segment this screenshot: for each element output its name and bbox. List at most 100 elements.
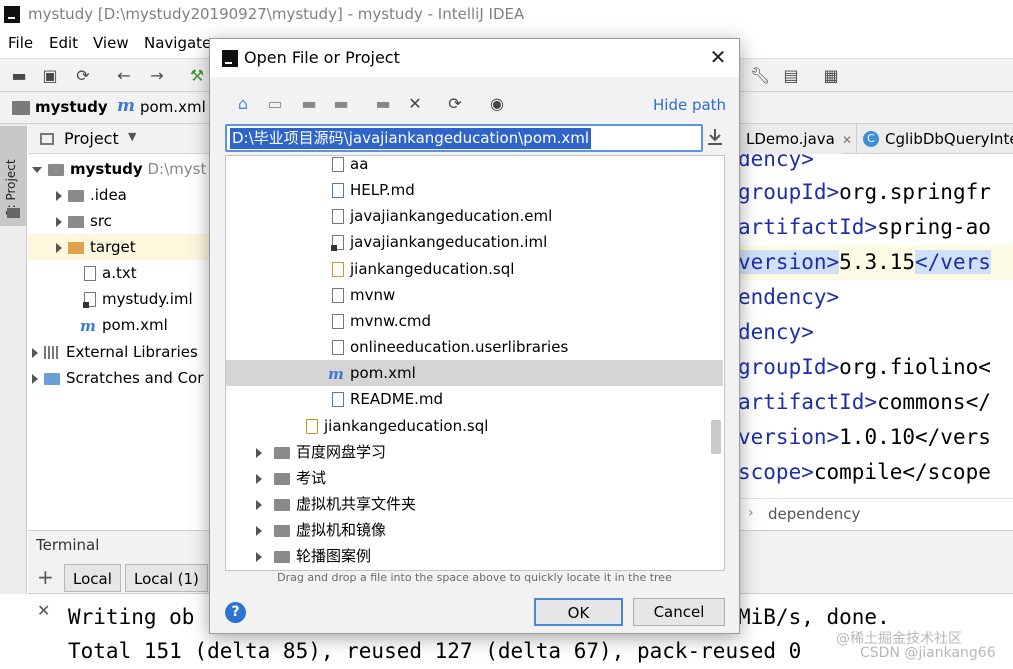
project-panel-header: Project ▼ <box>28 124 210 154</box>
folder-item[interactable]: 考试 <box>226 465 723 491</box>
chevron-down-icon[interactable]: ▼ <box>128 130 136 143</box>
code-line: artifactId>commons</ <box>738 390 991 414</box>
tree-item-pom[interactable]: m pom.xml <box>80 312 168 338</box>
code-line: version>1.0.10</vers <box>738 425 991 449</box>
code-line-current: version>5.3.15</vers <box>738 245 1013 280</box>
file-item[interactable]: mvnw <box>226 282 723 308</box>
nav-file[interactable]: pom.xml <box>140 98 206 116</box>
hide-path-link[interactable]: Hide path <box>653 96 726 114</box>
file-item[interactable]: aa <box>226 156 723 177</box>
file-tree[interactable]: aa HELP.md javajiankangeducation.eml jav… <box>225 155 725 571</box>
file-item[interactable]: mvnw.cmd <box>226 308 723 334</box>
folder-item[interactable]: 轮播图案例 <box>226 543 723 569</box>
menu-edit[interactable]: Edit <box>49 34 78 52</box>
menu-navigate[interactable]: Navigate <box>144 34 211 52</box>
project-structure-icon[interactable]: ▤ <box>782 67 800 85</box>
add-terminal-icon[interactable]: + <box>37 565 54 589</box>
intellij-logo-icon <box>222 50 238 67</box>
tree-root[interactable]: mystudy D:\myst <box>32 156 210 182</box>
help-button[interactable]: ? <box>225 602 246 623</box>
file-item[interactable]: javajiankangeducation.iml <box>226 229 723 255</box>
tree-item-label: a.txt <box>102 264 137 282</box>
save-icon[interactable]: ▣ <box>41 67 59 85</box>
folder-icon <box>7 208 20 218</box>
nav-project[interactable]: mystudy <box>35 98 108 116</box>
file-item[interactable]: jiankangeducation.sql <box>226 413 723 439</box>
tree-item-target[interactable]: target <box>28 234 210 260</box>
layout-icon[interactable]: ▦ <box>822 67 840 85</box>
desktop-icon[interactable]: ▭ <box>266 95 284 113</box>
open-folder-icon[interactable]: ▬ <box>10 67 28 85</box>
module-folder-icon[interactable]: ▬ <box>332 95 350 113</box>
project-view-icon <box>40 133 54 145</box>
show-hidden-icon[interactable]: ◉ <box>488 95 506 113</box>
file-item-selected[interactable]: m pom.xml <box>226 360 723 386</box>
file-item[interactable]: jiankangeducation.sql <box>226 256 723 282</box>
class-icon: C <box>863 131 879 147</box>
code-line: endency> <box>738 285 840 309</box>
close-icon[interactable]: ✕ <box>706 45 730 69</box>
folder-item[interactable]: 百度网盘学习 <box>226 439 723 465</box>
tab-cglib[interactable]: C CglibDbQueryInte <box>856 124 1013 154</box>
code-line: dency> <box>738 320 814 344</box>
tab-ldemo[interactable]: LDemo.java <box>738 124 843 154</box>
file-item[interactable]: HELP.md <box>226 177 723 203</box>
sync-icon[interactable]: ⟳ <box>74 67 92 85</box>
tree-item-idea[interactable]: .idea <box>56 182 127 208</box>
root-name: mystudy <box>70 160 143 178</box>
code-editor[interactable]: dency> groupId>org.springfr artifactId>s… <box>738 154 1013 498</box>
home-icon[interactable]: ⌂ <box>234 95 252 113</box>
tab-label: CglibDbQueryInte <box>885 130 1013 148</box>
tree-item-label: mystudy.iml <box>102 290 193 308</box>
build-icon[interactable]: ⚒ <box>188 67 206 85</box>
code-line: artifactId>spring-ao <box>738 215 991 239</box>
file-item[interactable]: README.md <box>226 386 723 412</box>
file-item[interactable]: javajiankangeducation.eml <box>226 203 723 229</box>
breadcrumb-item[interactable]: dependency <box>768 505 860 523</box>
terminal-line-1: Writing ob <box>68 605 195 629</box>
download-icon[interactable] <box>706 127 724 147</box>
new-folder-icon[interactable]: ▬ <box>374 95 392 113</box>
project-folder-icon[interactable]: ▬ <box>300 95 318 113</box>
settings-wrench-icon[interactable]: 🔧︎ <box>750 67 770 85</box>
scrollbar-thumb[interactable] <box>711 420 721 454</box>
tree-item-external-libraries[interactable]: External Libraries <box>32 339 198 365</box>
close-terminal-icon[interactable]: ✕ <box>37 601 50 620</box>
forward-icon[interactable]: → <box>148 67 166 85</box>
delete-icon[interactable]: ✕ <box>406 95 424 113</box>
folder-item[interactable]: 虚拟机共享文件夹 <box>226 491 723 517</box>
dialog-titlebar: Open File or Project ✕ <box>210 39 739 77</box>
menu-file[interactable]: File <box>8 34 33 52</box>
menu-view[interactable]: View <box>93 34 129 52</box>
left-tool-strip: 1: Project <box>0 124 27 669</box>
refresh-icon[interactable]: ⟳ <box>446 95 464 113</box>
code-line: groupId>org.springfr <box>738 180 991 204</box>
tree-item-label: target <box>90 238 136 256</box>
project-tool-tab[interactable]: 1: Project <box>0 126 27 226</box>
ok-button[interactable]: OK <box>534 598 623 626</box>
tree-item-scratches[interactable]: Scratches and Cor <box>32 365 210 391</box>
cancel-button[interactable]: Cancel <box>633 598 725 626</box>
file-item[interactable]: onlineeducation.userlibraries <box>226 334 723 360</box>
terminal-tab-local[interactable]: Local <box>64 564 121 592</box>
close-tab-icon[interactable]: ✕ <box>842 133 852 147</box>
root-path: D:\myst <box>147 160 207 178</box>
watermark-2: CSDN @jiankang66 <box>860 645 996 661</box>
tree-item-label: External Libraries <box>66 343 198 361</box>
tree-item-label: .idea <box>90 186 127 204</box>
dialog-title: Open File or Project <box>244 48 400 67</box>
chevron-right-icon: › <box>748 505 754 521</box>
maven-icon: m <box>117 96 135 116</box>
tree-item-a-txt[interactable]: a.txt <box>84 260 137 286</box>
tree-item-mystudy-iml[interactable]: mystudy.iml <box>83 286 193 312</box>
code-line: groupId>org.fiolino< <box>738 355 991 379</box>
terminal-tab-local-1[interactable]: Local (1) <box>125 564 208 592</box>
path-input[interactable]: D:\毕业项目源码\javajiankangeducation\pom.xml <box>225 124 703 152</box>
back-icon[interactable]: ← <box>115 67 133 85</box>
tree-item-src[interactable]: src <box>56 208 112 234</box>
project-view-selector[interactable]: Project <box>64 129 119 148</box>
folder-item[interactable]: 虚拟机和镜像 <box>226 517 723 543</box>
window-title: mystudy [D:\mystudy20190927\mystudy] - m… <box>28 5 525 23</box>
terminal-title: Terminal <box>36 536 100 554</box>
path-input-value: D:\毕业项目源码\javajiankangeducation\pom.xml <box>230 128 592 149</box>
